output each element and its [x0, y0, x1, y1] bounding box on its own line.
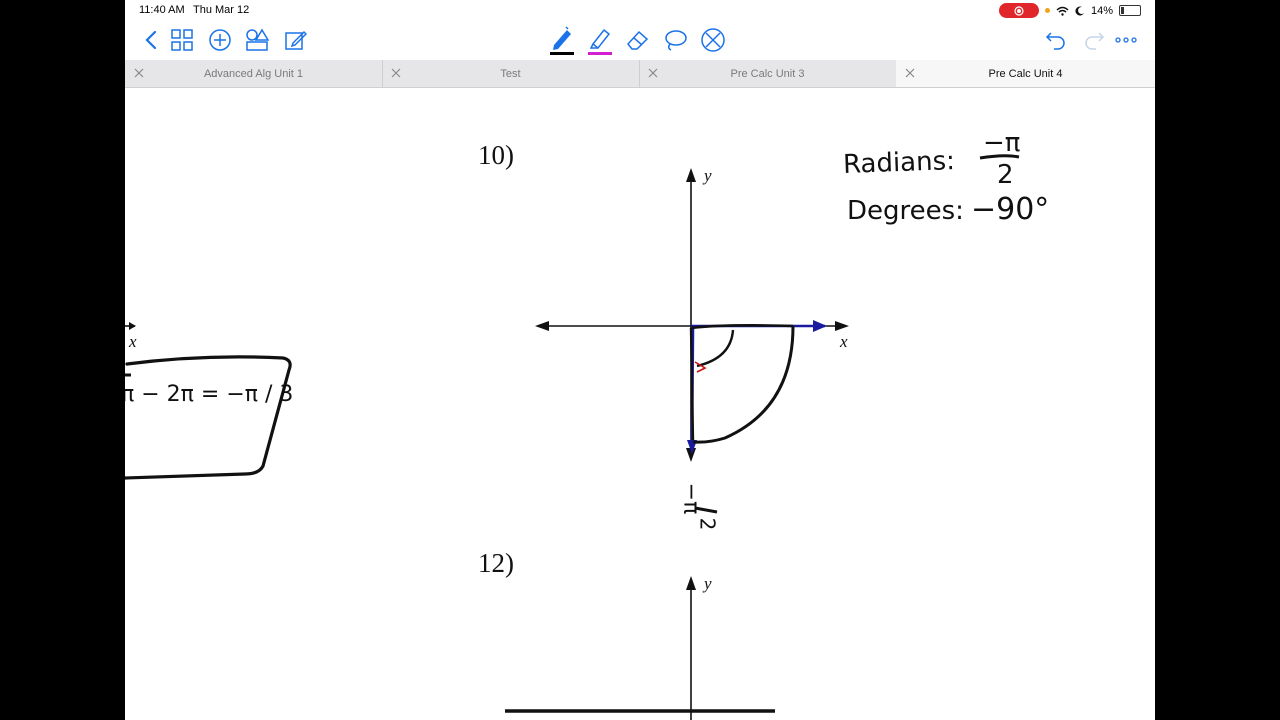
no-touch-icon[interactable]: [699, 26, 727, 54]
note-page[interactable]: 10) 12) y x y x Radians: −π 2 Degrees: −…: [125, 88, 1155, 720]
radians-denominator: 2: [997, 160, 1014, 190]
tab-label: Pre Calc Unit 4: [988, 68, 1063, 80]
battery-icon: [1119, 5, 1141, 16]
terminal-label-numerator: −π: [678, 482, 704, 515]
wifi-icon: [1056, 6, 1069, 16]
q12-y-axis-label: y: [704, 574, 712, 593]
tab-label: Test: [500, 68, 521, 80]
status-time: 11:40 AM: [139, 4, 185, 16]
left-boxed-answer: π − 2π = −π / 3: [125, 382, 294, 407]
highlighter-icon[interactable]: [586, 26, 614, 55]
radians-numerator: −π: [983, 128, 1021, 158]
tab-label: Advanced Alg Unit 1: [203, 68, 304, 80]
tab-pre-calc-unit-3[interactable]: Pre Calc Unit 3: [639, 60, 897, 87]
eraser-icon[interactable]: [624, 26, 652, 54]
q12-axes: [505, 576, 775, 720]
terminal-label-denominator: 2: [695, 517, 720, 531]
q10-angle-ink: [687, 320, 827, 454]
mic-indicator-icon: [1044, 8, 1050, 13]
undo-icon[interactable]: [1042, 26, 1070, 54]
plus-circle-icon[interactable]: [206, 26, 234, 54]
grid-icon[interactable]: [168, 26, 196, 54]
pencil-square-icon[interactable]: [281, 26, 309, 54]
chevron-left-icon[interactable]: [137, 26, 165, 54]
question-number-10: 10): [478, 140, 514, 170]
tab-pre-calc-unit-4[interactable]: Pre Calc Unit 4: [896, 60, 1155, 87]
lasso-icon[interactable]: [661, 26, 689, 54]
q10-x-axis-label: x: [840, 332, 848, 351]
q10-y-axis-label: y: [704, 166, 712, 185]
toolbar: [125, 22, 1155, 60]
status-bar: 11:40 AM Thu Mar 12 14%: [125, 0, 1155, 22]
battery-percent: 14%: [1090, 4, 1113, 17]
tab-advanced-alg-unit-1[interactable]: Advanced Alg Unit 1: [125, 60, 383, 87]
tab-label: Pre Calc Unit 3: [730, 68, 805, 80]
status-right: 14%: [998, 3, 1141, 18]
tab-test[interactable]: Test: [382, 60, 640, 87]
pen-icon[interactable]: [548, 26, 576, 55]
document-tabs: Advanced Alg Unit 1 Test Pre Calc Unit 3…: [125, 60, 1155, 88]
ellipsis-icon[interactable]: [1112, 26, 1140, 54]
question-number-12: 12): [478, 548, 514, 578]
screen-record-icon[interactable]: [998, 3, 1039, 18]
notes-app: 11:40 AM Thu Mar 12 14% Advanced Alg Uni…: [125, 0, 1155, 720]
moon-icon: [1075, 6, 1084, 16]
degrees-label: Degrees:: [847, 196, 964, 226]
left-x-axis-label: x: [129, 332, 137, 351]
radians-label: Radians:: [842, 146, 956, 180]
shapes-icon[interactable]: [243, 26, 271, 54]
redo-icon[interactable]: [1080, 26, 1108, 54]
degrees-value: −90°: [971, 192, 1050, 227]
status-date: Thu Mar 12: [193, 4, 250, 16]
